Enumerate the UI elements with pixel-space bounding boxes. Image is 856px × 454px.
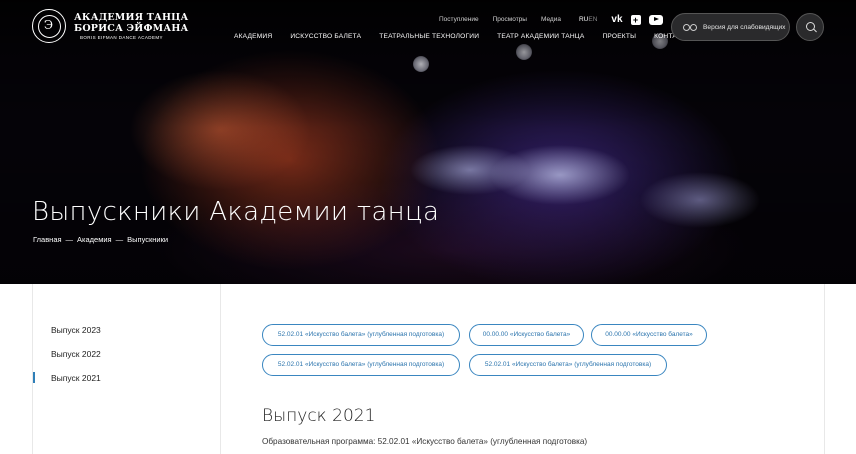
page-title: Выпускники Академии танца <box>32 197 440 227</box>
logo-text: АКАДЕМИЯ ТАНЦА БОРИСА ЭЙФМАНА BORIS EIFM… <box>74 12 188 40</box>
program-chip[interactable]: 00.00.00 «Искусство балета» <box>591 324 707 346</box>
top-nav-media[interactable]: Медиа <box>541 16 561 23</box>
program-chip[interactable]: 52.02.01 «Искусство балета» (углубленная… <box>469 354 667 376</box>
logo-line-2: БОРИСА ЭЙФМАНА <box>74 23 189 34</box>
breadcrumb-separator: — <box>65 235 74 244</box>
search-icon[interactable] <box>796 13 824 41</box>
lang-en[interactable]: EN <box>588 16 597 23</box>
logo[interactable]: Э АКАДЕМИЯ ТАНЦА БОРИСА ЭЙФМАНА BORIS EI… <box>32 9 188 43</box>
main-content: Выпуск 2023 Выпуск 2022 Выпуск 2021 52.0… <box>32 284 825 454</box>
sidebar: Выпуск 2023 Выпуск 2022 Выпуск 2021 <box>33 284 221 454</box>
top-nav-admission[interactable]: Поступление <box>439 16 479 23</box>
top-nav-auditions[interactable]: Просмотры <box>493 16 527 23</box>
youtube-icon[interactable] <box>648 14 663 25</box>
program-chip[interactable]: 52.02.01 «Искусство балета» (углубленная… <box>262 324 460 346</box>
logo-line-1: АКАДЕМИЯ ТАНЦА <box>74 12 189 23</box>
lang-ru[interactable]: RU <box>579 16 588 23</box>
hero-banner: Э АКАДЕМИЯ ТАНЦА БОРИСА ЭЙФМАНА BORIS EI… <box>0 0 856 284</box>
nav-theatre[interactable]: ТЕАТР АКАДЕМИИ ТАНЦА <box>497 33 584 40</box>
ok-icon[interactable]: + <box>630 14 641 25</box>
nav-theatre-tech[interactable]: ТЕАТРАЛЬНЫЕ ТЕХНОЛОГИИ <box>379 33 479 40</box>
breadcrumb-current: Выпускники <box>127 235 169 244</box>
vk-icon[interactable]: vk <box>611 14 622 25</box>
nav-ballet-art[interactable]: ИСКУССТВО БАЛЕТА <box>290 33 361 40</box>
program-description: Образовательная программа: 52.02.01 «Иск… <box>262 437 588 446</box>
breadcrumb: Главная — Академия — Выпускники <box>33 235 168 244</box>
sidebar-item-2022[interactable]: Выпуск 2022 <box>51 349 101 359</box>
accessibility-version-button[interactable]: Версия для слабовидящих <box>671 13 790 41</box>
section-title: Выпуск 2021 <box>262 406 376 426</box>
program-chip[interactable]: 00.00.00 «Искусство балета» <box>469 324 584 346</box>
nav-academy[interactable]: АКАДЕМИЯ <box>234 33 272 40</box>
breadcrumb-academy[interactable]: Академия <box>77 235 112 244</box>
main-nav: АКАДЕМИЯ ИСКУССТВО БАЛЕТА ТЕАТРАЛЬНЫЕ ТЕ… <box>234 33 709 40</box>
top-nav: Поступление Просмотры Медиа RUEN vk + <box>439 14 671 25</box>
nav-projects[interactable]: ПРОЕКТЫ <box>602 33 636 40</box>
language-switch: RUEN <box>579 16 597 23</box>
program-chip[interactable]: 52.02.01 «Искусство балета» (углубленная… <box>262 354 460 376</box>
accessibility-version-label: Версия для слабовидящих <box>703 23 786 31</box>
breadcrumb-home[interactable]: Главная <box>33 235 62 244</box>
glasses-icon <box>683 23 697 31</box>
sidebar-item-2023[interactable]: Выпуск 2023 <box>51 325 101 335</box>
logo-emblem-icon: Э <box>32 9 66 43</box>
breadcrumb-separator: — <box>115 235 124 244</box>
logo-line-3: BORIS EIFMAN DANCE ACADEMY <box>80 35 163 40</box>
sidebar-item-2021[interactable]: Выпуск 2021 <box>33 372 101 383</box>
